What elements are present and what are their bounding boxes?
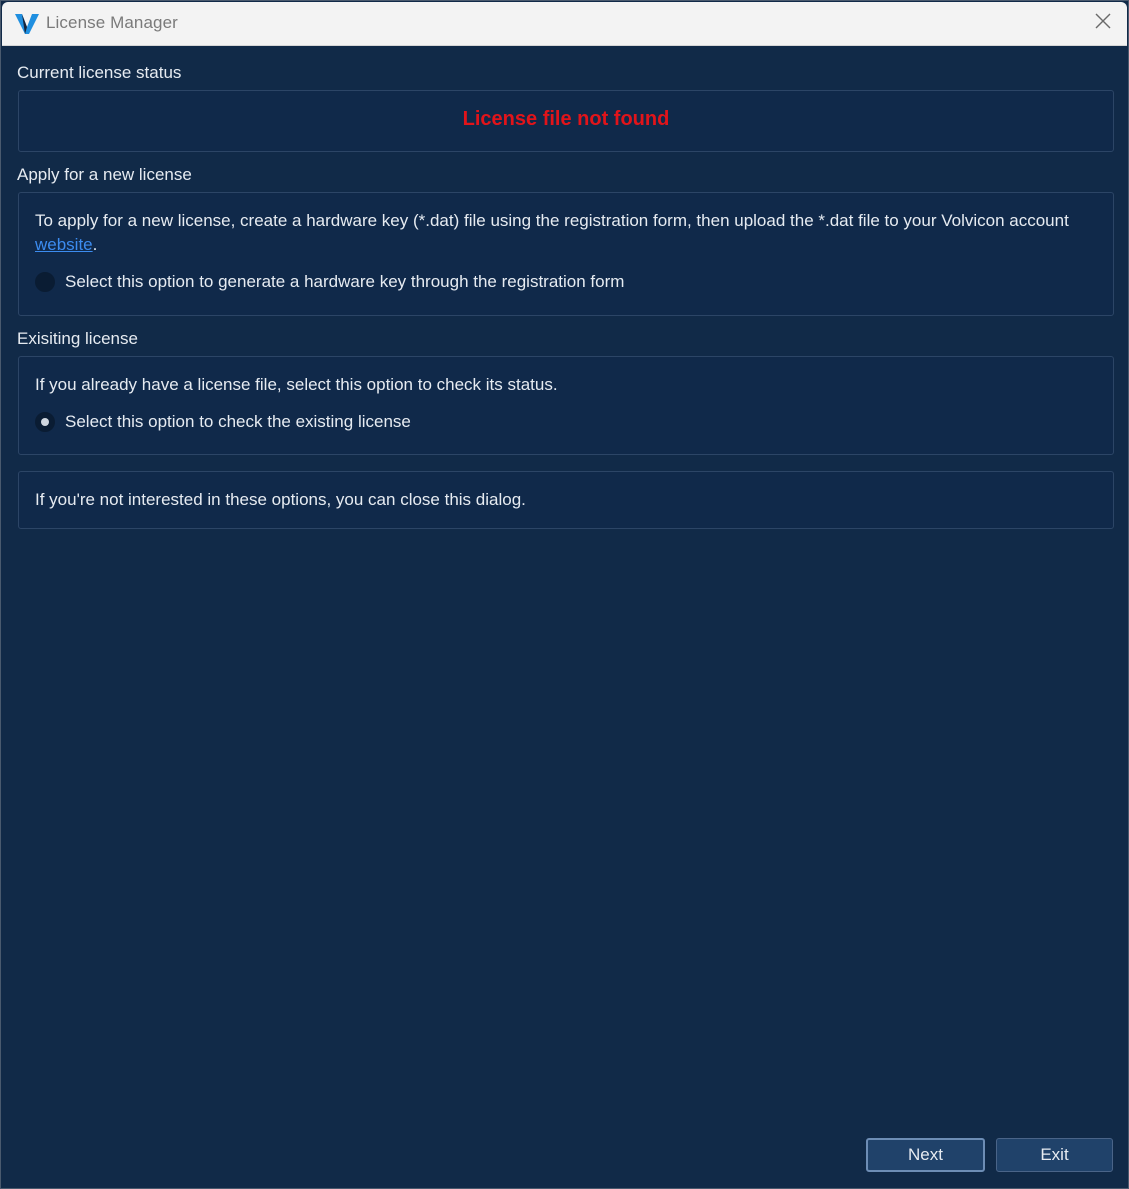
exit-button[interactable]: Exit xyxy=(996,1138,1113,1172)
new-license-description-text: To apply for a new license, create a har… xyxy=(35,211,1069,230)
website-link[interactable]: website xyxy=(35,235,93,254)
next-button[interactable]: Next xyxy=(866,1138,985,1172)
close-button[interactable] xyxy=(1085,6,1121,40)
title-bar: License Manager xyxy=(2,2,1127,46)
volvicon-logo-icon xyxy=(14,12,40,36)
dialog-content: Current license status License file not … xyxy=(2,46,1127,1187)
status-panel: License file not found xyxy=(18,90,1114,152)
existing-license-panel: If you already have a license file, sele… xyxy=(18,356,1114,455)
check-existing-radio[interactable] xyxy=(35,412,55,432)
window-title: License Manager xyxy=(46,13,178,32)
generate-key-option-label: Select this option to generate a hardwar… xyxy=(65,272,625,291)
license-manager-window: License Manager Current license status L… xyxy=(0,0,1129,1189)
new-license-description-end: . xyxy=(92,235,98,254)
new-license-label: Apply for a new license xyxy=(17,165,192,184)
existing-license-label: Exisiting license xyxy=(17,329,138,348)
check-existing-option[interactable]: Select this option to check the existing… xyxy=(35,412,411,432)
new-license-panel: To apply for a new license, create a har… xyxy=(18,192,1114,316)
close-note-panel: If you're not interested in these option… xyxy=(18,471,1114,529)
check-existing-option-label: Select this option to check the existing… xyxy=(65,412,411,431)
generate-key-option[interactable]: Select this option to generate a hardwar… xyxy=(35,272,624,292)
existing-license-description: If you already have a license file, sele… xyxy=(35,375,558,394)
generate-key-radio[interactable] xyxy=(35,272,55,292)
close-note-text: If you're not interested in these option… xyxy=(35,490,526,509)
current-status-label: Current license status xyxy=(17,63,182,82)
close-icon xyxy=(1094,12,1112,35)
new-license-description: To apply for a new license, create a har… xyxy=(35,209,1083,257)
license-status-message: License file not found xyxy=(462,108,670,130)
